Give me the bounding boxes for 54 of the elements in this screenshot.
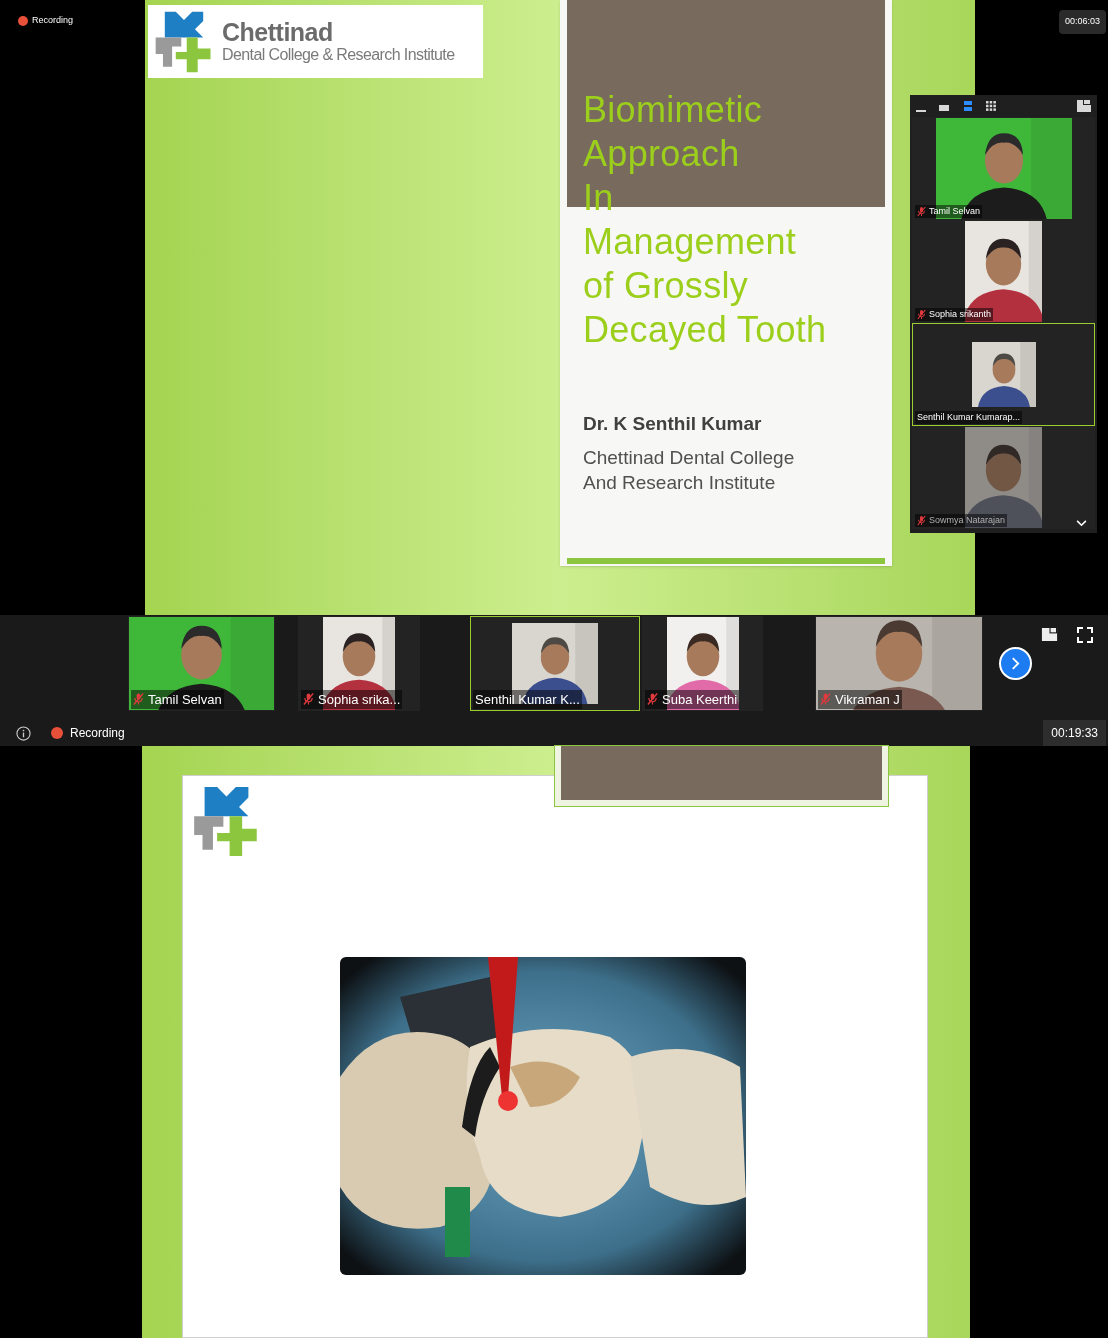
participant-tile[interactable]: Sophia srika...	[298, 616, 420, 711]
participant-tile[interactable]: Senthil Kumar K...	[470, 616, 640, 711]
meeting-timer: 00:19:33	[1043, 720, 1106, 746]
muted-mic-icon	[917, 308, 926, 320]
strip-view-icon	[962, 100, 974, 112]
view-toggle-button[interactable]	[1041, 628, 1058, 641]
slide-title-line: Approach	[583, 132, 740, 176]
muted-mic-icon	[917, 205, 926, 217]
affiliation-line: Chettinad Dental College	[583, 445, 795, 470]
recording-dot-icon	[18, 15, 28, 26]
recording-label: Recording	[32, 14, 74, 27]
participant-tile[interactable]: Vikraman J	[815, 616, 983, 711]
muted-mic-icon	[303, 692, 314, 707]
slide-title-line: Biomimetic	[583, 88, 763, 132]
participant-name: Suba Keerthi	[662, 690, 738, 709]
minimize-view-icon	[916, 109, 926, 112]
pop-out-button[interactable]	[1077, 100, 1091, 112]
grid-view-icon	[985, 100, 997, 112]
participant-tile[interactable]: Tamil Selvan	[912, 117, 1095, 220]
participant-tile[interactable]: Tamil Selvan	[128, 616, 275, 711]
participant-name: Vikraman J	[835, 690, 900, 709]
participant-name: Sophia srikanth	[929, 307, 992, 321]
participant-tile[interactable]: Sophia srikanth	[912, 220, 1095, 323]
participant-tile[interactable]: Sowmya Natarajan	[912, 426, 1095, 529]
recording-label: Recording	[70, 725, 125, 742]
chevron-right-icon	[1011, 657, 1020, 670]
author-name: Dr. K Senthil Kumar	[583, 412, 762, 436]
single-view-icon	[939, 105, 949, 111]
slide-title-line: of Grossly	[583, 264, 749, 308]
participant-name: Senthil Kumar K...	[475, 690, 580, 709]
muted-mic-icon	[647, 692, 658, 707]
logo-subtitle: Dental College & Research Institute	[222, 47, 455, 63]
participant-name: Senthil Kumar Kumarap...	[917, 410, 1021, 424]
recording-dot-icon	[51, 727, 63, 739]
participant-name: Sowmya Natarajan	[929, 513, 1006, 527]
info-button[interactable]	[16, 725, 31, 741]
chevron-down-icon[interactable]	[1076, 520, 1087, 527]
muted-mic-icon	[820, 692, 831, 707]
muted-mic-icon	[133, 692, 144, 707]
logo-name: Chettinad	[222, 20, 334, 45]
participant-tile[interactable]: Suba Keerthi	[642, 616, 763, 711]
slide-title-line: Management	[583, 220, 797, 264]
slide-title-line: Decayed Tooth	[583, 308, 827, 352]
affiliation-line: And Research Institute	[583, 470, 776, 495]
participant-name: Tamil Selvan	[148, 690, 222, 709]
grid-view-button[interactable]	[985, 99, 998, 113]
participant-tile[interactable]: Senthil Kumar Kumarap...	[912, 323, 1095, 426]
next-page-button[interactable]	[999, 647, 1032, 680]
fullscreen-button[interactable]	[1077, 627, 1093, 643]
muted-mic-icon	[917, 514, 926, 526]
meeting-timer: 00:06:03	[1058, 10, 1106, 34]
participant-name: Sophia srika...	[318, 690, 401, 709]
strip-view-button[interactable]	[962, 99, 975, 113]
participant-name: Tamil Selvan	[929, 204, 981, 218]
